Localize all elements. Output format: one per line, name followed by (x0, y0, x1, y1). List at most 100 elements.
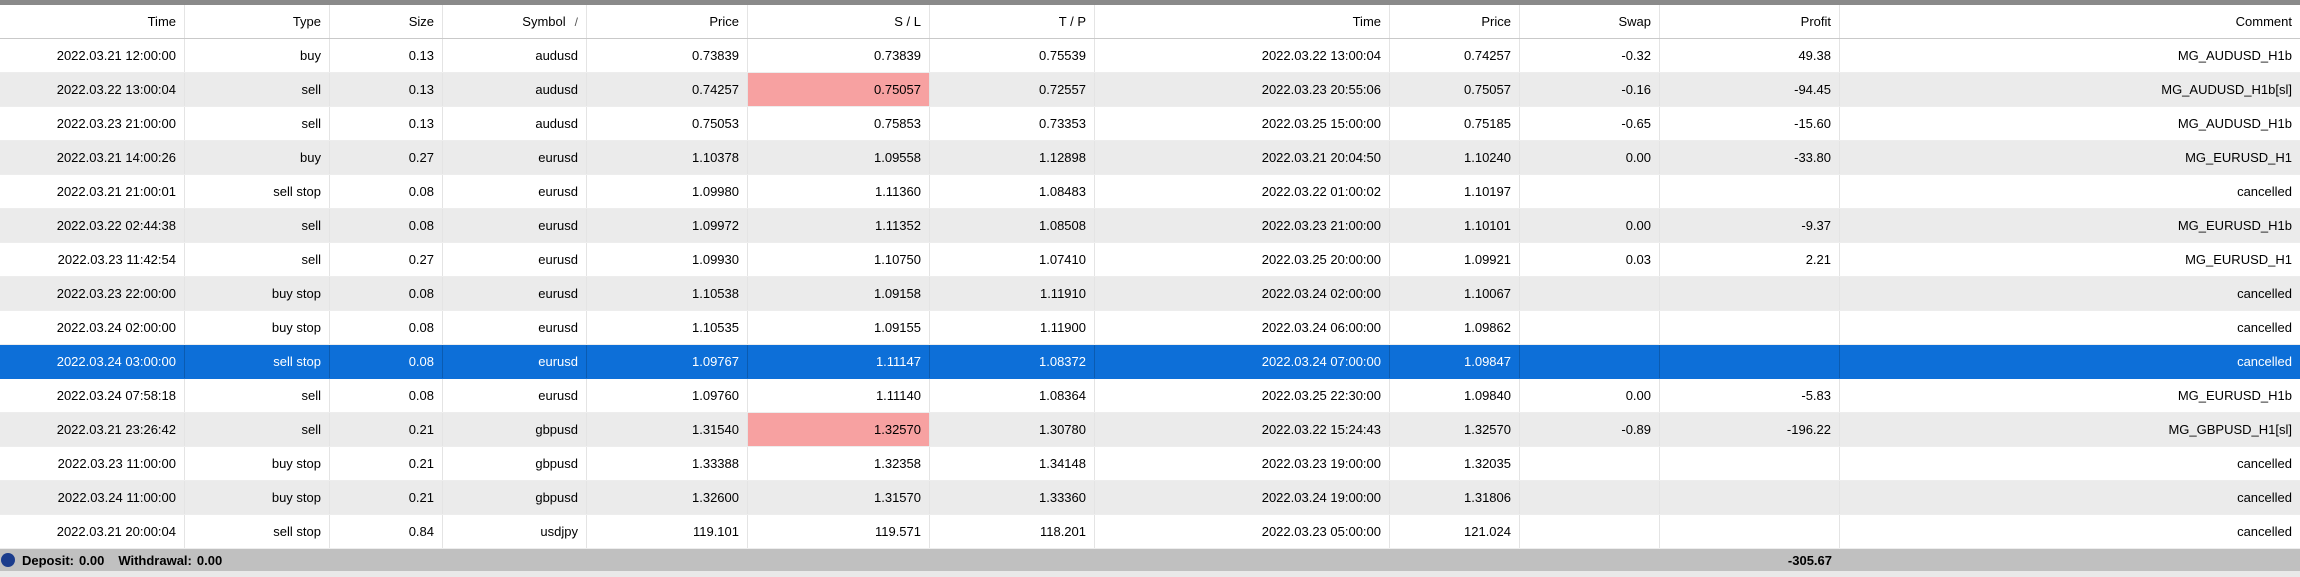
table-row[interactable]: 2022.03.24 03:00:00 sell stop 0.08 eurusd 1.… (0, 345, 2300, 379)
cell-open-time: 2022.03.21 23:26:42 (0, 413, 185, 446)
cell-close-price: 1.31806 (1390, 481, 1520, 514)
cell-sl: 119.571 (748, 515, 930, 548)
total-profit-value: -305.67 (1787, 552, 1832, 568)
cell-comment: cancelled (2237, 286, 2292, 301)
cell-comment: MG_AUDUSD_H1b[sl] (2161, 82, 2292, 97)
cell-close-time: 2022.03.25 20:00:00 (1095, 243, 1390, 276)
cell-swap (1520, 175, 1660, 208)
table-row[interactable]: 2022.03.21 23:26:42 sell 0.21 gbpusd 1.31540… (0, 413, 2300, 447)
column-header-close-time[interactable]: Time (1095, 5, 1390, 38)
cell-open-price: 1.10538 (587, 277, 748, 310)
cell-comment: cancelled (2237, 320, 2292, 335)
column-header-label: Price (709, 14, 739, 29)
cell-swap (1520, 277, 1660, 310)
table-row[interactable]: 2022.03.23 11:42:54 sell 0.27 eurusd 1.09930… (0, 243, 2300, 277)
table-body: 2022.03.21 12:00:00 buy 0.13 audusd 0.73839 0… (0, 39, 2300, 549)
cell-size: 0.13 (330, 73, 443, 106)
cell-swap: 0.00 (1520, 209, 1660, 242)
cell-close-price: 1.32035 (1390, 447, 1520, 480)
cell-size: 0.21 (330, 447, 443, 480)
column-header-symbol[interactable]: Symbol / (443, 5, 587, 38)
cell-open-price: 119.101 (587, 515, 748, 548)
cell-type: sell (185, 243, 330, 276)
cell-tp: 1.08483 (930, 175, 1095, 208)
cell-comment: MG_EURUSD_H1b (2177, 218, 2292, 233)
column-header-open-time[interactable]: Time (0, 5, 185, 38)
cell-type: buy (185, 39, 330, 72)
column-header-comment[interactable]: Comment (1840, 5, 2300, 38)
table-row[interactable]: 2022.03.22 02:44:38 sell 0.08 eurusd 1.09972… (0, 209, 2300, 243)
cell-symbol: audusd (443, 107, 587, 140)
table-row[interactable]: 2022.03.22 13:00:04 sell 0.13 audusd 0.74257… (0, 73, 2300, 107)
cell-sl: 1.31570 (748, 481, 930, 514)
column-header-swap[interactable]: Swap (1520, 5, 1660, 38)
table-row[interactable]: 2022.03.21 12:00:00 buy 0.13 audusd 0.73839 0… (0, 39, 2300, 73)
cell-open-price: 0.73839 (587, 39, 748, 72)
cell-open-time: 2022.03.21 12:00:00 (0, 39, 185, 72)
cell-open-price: 1.09980 (587, 175, 748, 208)
cell-type: sell stop (185, 345, 330, 378)
column-header-open-price[interactable]: Price (587, 5, 748, 38)
cell-size: 0.08 (330, 277, 443, 310)
table-row[interactable]: 2022.03.24 02:00:00 buy stop 0.08 eurusd 1.1… (0, 311, 2300, 345)
cell-sl: 0.75853 (748, 107, 930, 140)
table-row[interactable]: 2022.03.21 20:00:04 sell stop 0.84 usdjpy 11… (0, 515, 2300, 549)
cell-close-price: 0.74257 (1390, 39, 1520, 72)
table-row[interactable]: 2022.03.24 07:58:18 sell 0.08 eurusd 1.09760… (0, 379, 2300, 413)
column-header-label: Swap (1618, 14, 1651, 29)
cell-open-time: 2022.03.21 14:00:26 (0, 141, 185, 174)
table-row[interactable]: 2022.03.23 11:00:00 buy stop 0.21 gbpusd 1.3… (0, 447, 2300, 481)
table-row[interactable]: 2022.03.24 11:00:00 buy stop 0.21 gbpusd 1.3… (0, 481, 2300, 515)
cell-size: 0.21 (330, 481, 443, 514)
cell-size: 0.08 (330, 311, 443, 344)
column-header-size[interactable]: Size (330, 5, 443, 38)
column-header-label: Price (1481, 14, 1511, 29)
column-header-sl[interactable]: S / L (748, 5, 930, 38)
cell-close-time: 2022.03.25 22:30:00 (1095, 379, 1390, 412)
cell-type: buy stop (185, 481, 330, 514)
table-row[interactable]: 2022.03.21 21:00:01 sell stop 0.08 eurusd 1.… (0, 175, 2300, 209)
sort-indicator-icon: / (574, 14, 578, 29)
column-header-label: Comment (2235, 14, 2292, 29)
cell-sl: 0.75057 (748, 73, 930, 106)
cell-tp: 1.08508 (930, 209, 1095, 242)
cell-sl: 1.11140 (748, 379, 930, 412)
cell-size: 0.08 (330, 345, 443, 378)
column-header-label: T / P (1058, 14, 1086, 29)
cell-close-price: 0.75057 (1390, 73, 1520, 106)
cell-comment: MG_EURUSD_H1 (2185, 252, 2292, 267)
table-row[interactable]: 2022.03.21 14:00:26 buy 0.27 eurusd 1.10378 1… (0, 141, 2300, 175)
cell-profit (1660, 447, 1840, 480)
balance-summary-row[interactable]: Deposit: 0.00 Withdrawal: 0.00 -305.67 (0, 549, 2300, 571)
cell-comment: cancelled (2237, 524, 2292, 539)
cell-size: 0.08 (330, 379, 443, 412)
cell-swap: -0.16 (1520, 73, 1660, 106)
cell-size: 0.27 (330, 243, 443, 276)
column-header-close-price[interactable]: Price (1390, 5, 1520, 38)
cell-close-price: 1.09840 (1390, 379, 1520, 412)
table-row[interactable]: 2022.03.23 22:00:00 buy stop 0.08 eurusd 1.1… (0, 277, 2300, 311)
cell-profit: -9.37 (1660, 209, 1840, 242)
cell-open-time: 2022.03.24 07:58:18 (0, 379, 185, 412)
column-header-label: S / L (894, 14, 921, 29)
column-header-tp[interactable]: T / P (930, 5, 1095, 38)
column-header-profit[interactable]: Profit (1660, 5, 1840, 38)
table-header: Time Type Size Symbol / Price S / L T / P Time Pr… (0, 5, 2300, 39)
cell-tp: 0.73353 (930, 107, 1095, 140)
cell-profit: -196.22 (1660, 413, 1840, 446)
cell-profit (1660, 175, 1840, 208)
cell-close-time: 2022.03.23 20:55:06 (1095, 73, 1390, 106)
cell-swap (1520, 345, 1660, 378)
column-header-type[interactable]: Type (185, 5, 330, 38)
cell-sl: 0.73839 (748, 39, 930, 72)
cell-type: sell (185, 209, 330, 242)
table-row[interactable]: 2022.03.23 21:00:00 sell 0.13 audusd 0.75053… (0, 107, 2300, 141)
cell-tp: 118.201 (930, 515, 1095, 548)
cell-sl: 1.10750 (748, 243, 930, 276)
cell-close-time: 2022.03.22 13:00:04 (1095, 39, 1390, 72)
cell-tp: 0.72557 (930, 73, 1095, 106)
cell-swap (1520, 515, 1660, 548)
panel-bottom-strip (0, 571, 2300, 577)
cell-symbol: eurusd (443, 345, 587, 378)
cell-sl: 1.09155 (748, 311, 930, 344)
